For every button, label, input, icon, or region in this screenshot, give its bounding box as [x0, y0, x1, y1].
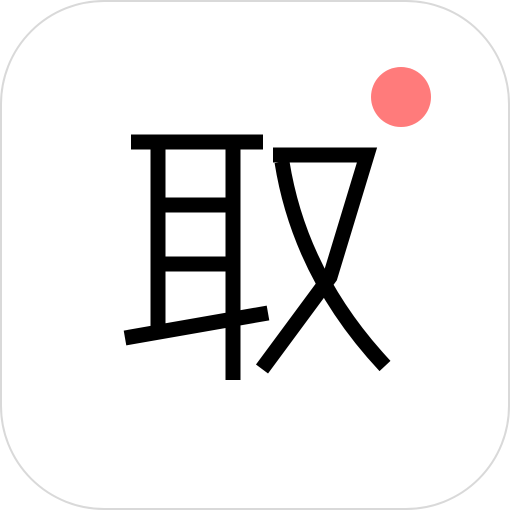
qu-character-icon: [123, 134, 391, 380]
notification-dot: [371, 67, 431, 127]
